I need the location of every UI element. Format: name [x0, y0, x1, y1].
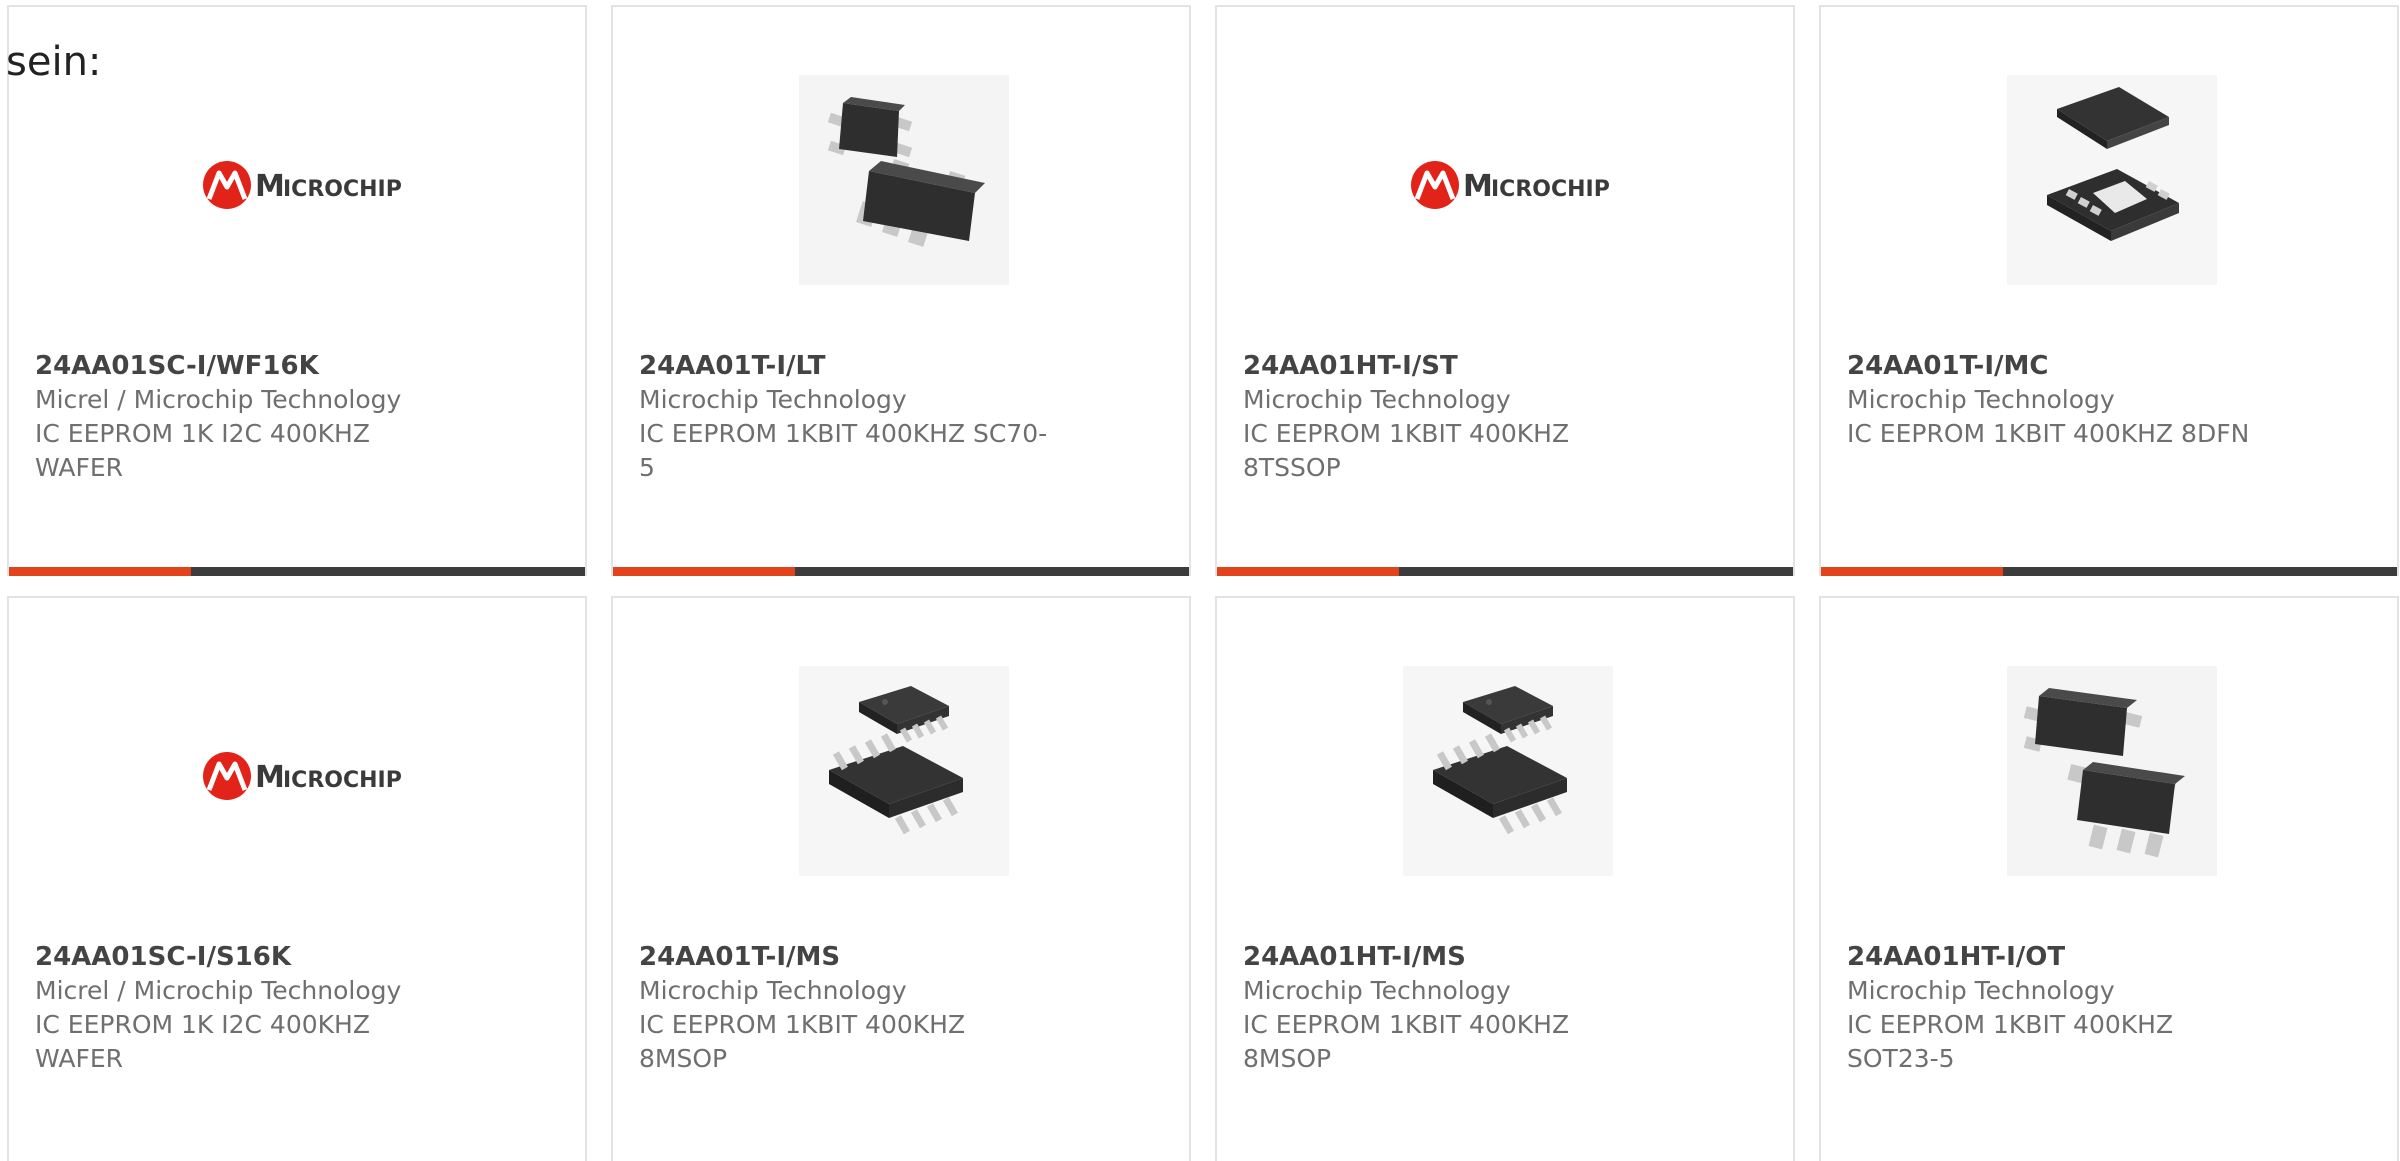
microchip-logo-image [1403, 75, 1613, 285]
part-number-link[interactable]: 24AA01SC-I/WF16K [35, 349, 565, 383]
product-card[interactable]: 24AA01HT-I/OT Microchip Technology IC EE… [1819, 596, 2399, 1161]
sot23-5-package-image [2007, 666, 2217, 876]
description-label: IC EEPROM 1KBIT 400KHZ SC70-5 [639, 419, 1048, 482]
product-card[interactable]: 24AA01SC-I/S16K Micrel / Microchip Techn… [7, 596, 587, 1161]
manufacturer-label: Microchip Technology [639, 976, 907, 1005]
manufacturer-label: Microchip Technology [1847, 385, 2115, 414]
part-number-link[interactable]: 24AA01HT-I/OT [1847, 940, 2377, 974]
product-card[interactable]: 24AA01T-I/LT Microchip Technology IC EEP… [611, 5, 1191, 576]
part-number-link[interactable]: 24AA01T-I/LT [639, 349, 1169, 383]
description-label: IC EEPROM 1KBIT 400KHZ SOT23-5 [1847, 1010, 2174, 1073]
manufacturer-label: Micrel / Microchip Technology [35, 385, 402, 414]
description-label: IC EEPROM 1KBIT 400KHZ 8DFN [1847, 419, 2250, 448]
description-label: IC EEPROM 1KBIT 400KHZ 8MSOP [639, 1010, 966, 1073]
part-number-link[interactable]: 24AA01HT-I/MS [1243, 940, 1773, 974]
dfn-8-package-image [2007, 75, 2217, 285]
part-number-link[interactable]: 24AA01HT-I/ST [1243, 349, 1773, 383]
description-label: IC EEPROM 1K I2C 400KHZ WAFER [35, 419, 370, 482]
description-label: IC EEPROM 1KBIT 400KHZ 8MSOP [1243, 1010, 1570, 1073]
product-card[interactable]: 24AA01SC-I/WF16K Micrel / Microchip Tech… [7, 5, 587, 576]
manufacturer-label: Microchip Technology [1243, 385, 1511, 414]
microchip-logo-image [195, 666, 405, 876]
product-card[interactable]: 24AA01HT-I/ST Microchip Technology IC EE… [1215, 5, 1795, 576]
part-number-link[interactable]: 24AA01T-I/MC [1847, 349, 2377, 383]
manufacturer-label: Micrel / Microchip Technology [35, 976, 402, 1005]
manufacturer-label: Microchip Technology [1847, 976, 2115, 1005]
microchip-logo-image [195, 75, 405, 285]
msop-8-package-image [1403, 666, 1613, 876]
product-card[interactable]: 24AA01T-I/MC Microchip Technology IC EEP… [1819, 5, 2399, 576]
product-card[interactable]: 24AA01T-I/MS Microchip Technology IC EEP… [611, 596, 1191, 1161]
product-card[interactable]: 24AA01HT-I/MS Microchip Technology IC EE… [1215, 596, 1795, 1161]
msop-8-package-image [799, 666, 1009, 876]
intro-text: sein: [6, 39, 102, 85]
sc70-5-package-image [799, 75, 1009, 285]
manufacturer-label: Microchip Technology [639, 385, 907, 414]
description-label: IC EEPROM 1K I2C 400KHZ WAFER [35, 1010, 370, 1073]
part-number-link[interactable]: 24AA01T-I/MS [639, 940, 1169, 974]
part-number-link[interactable]: 24AA01SC-I/S16K [35, 940, 565, 974]
description-label: IC EEPROM 1KBIT 400KHZ 8TSSOP [1243, 419, 1570, 482]
manufacturer-label: Microchip Technology [1243, 976, 1511, 1005]
